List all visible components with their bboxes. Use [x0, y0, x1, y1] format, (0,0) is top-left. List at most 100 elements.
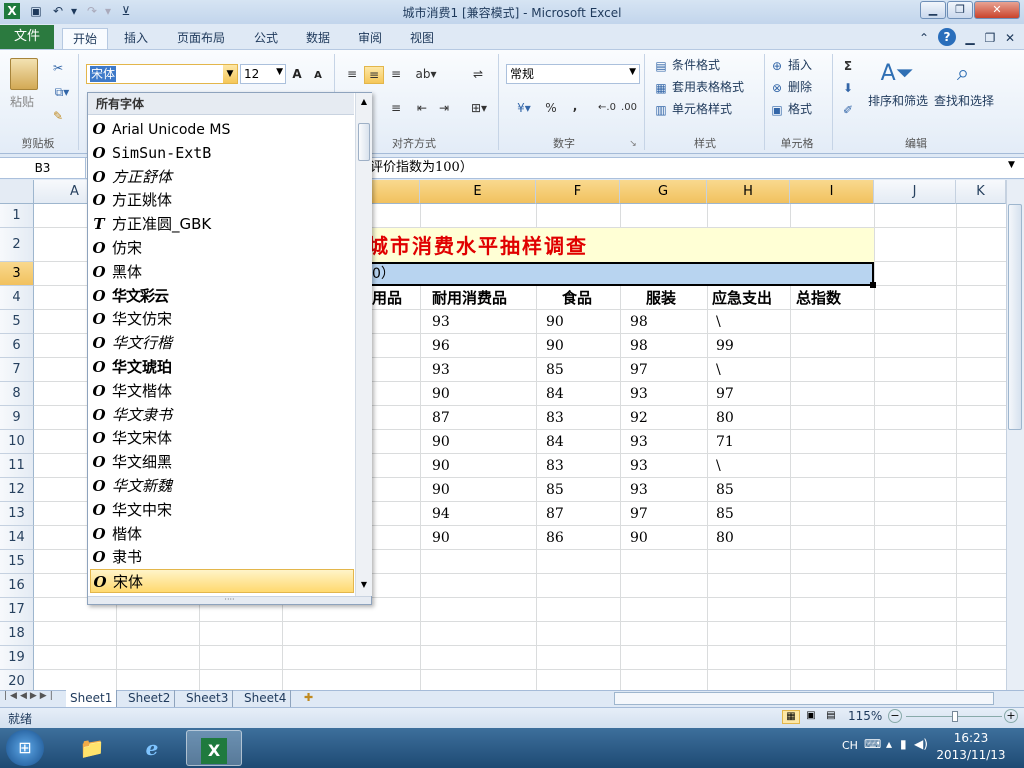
column-header[interactable] — [372, 180, 420, 204]
data-cell[interactable]: 90 — [428, 454, 450, 478]
grow-font-icon[interactable]: A — [290, 66, 304, 82]
row-header[interactable]: 13 — [0, 502, 34, 526]
conditional-format-icon[interactable]: ▤ — [654, 58, 668, 74]
row-header[interactable]: 8 — [0, 382, 34, 406]
increase-decimal-icon[interactable]: ←.0 — [598, 100, 616, 116]
internet-explorer-icon[interactable]: e — [124, 730, 180, 766]
data-cell[interactable]: 85 — [712, 478, 734, 502]
cell-styles-button[interactable]: 单元格样式 — [672, 101, 732, 117]
format-as-table-button[interactable]: 套用表格格式 — [672, 79, 744, 95]
data-cell[interactable]: 87 — [428, 406, 450, 430]
page-break-view-icon[interactable]: ▤ — [822, 710, 840, 724]
formula-input[interactable]: 评价指数为100） — [370, 158, 473, 178]
select-all-corner[interactable] — [0, 180, 34, 204]
data-cell[interactable]: 85 — [712, 502, 734, 526]
column-header[interactable]: E — [420, 180, 536, 204]
page-layout-view-icon[interactable]: ▣ — [802, 710, 820, 724]
tab-review[interactable]: 审阅 — [350, 28, 390, 50]
font-option[interactable]: O 华文楷体 — [90, 379, 354, 403]
sheet-tab-4[interactable]: Sheet4 — [240, 690, 292, 707]
scroll-down-icon[interactable]: ▼ — [358, 578, 370, 592]
tab-home[interactable]: 开始 — [62, 28, 108, 50]
row-header[interactable]: 15 — [0, 550, 34, 574]
orientation-icon[interactable]: ab▾ — [414, 66, 438, 82]
wrap-text-icon[interactable]: ⇌ — [468, 66, 488, 82]
font-option[interactable]: O 隶书 — [90, 545, 354, 569]
number-format-field[interactable]: 常规 ▼ — [506, 64, 640, 84]
customize-qat-icon[interactable]: ⊻ — [118, 3, 134, 19]
maximize-button[interactable]: ❐ — [947, 1, 973, 19]
data-cell[interactable]: 90 — [428, 382, 450, 406]
data-cell[interactable]: 94 — [428, 502, 450, 526]
data-cell[interactable]: 98 — [626, 334, 648, 358]
font-list-scrollbar[interactable]: ▲ ▼ — [355, 93, 372, 596]
clear-icon[interactable]: ✐ — [840, 102, 856, 118]
data-cell[interactable]: 90 — [542, 334, 564, 358]
horizontal-scrollbar[interactable] — [614, 692, 994, 705]
normal-view-icon[interactable]: ▦ — [782, 710, 800, 724]
font-list-thumb[interactable] — [358, 123, 370, 161]
data-cell[interactable]: 93 — [626, 430, 648, 454]
currency-icon[interactable]: ¥▾ — [510, 100, 538, 116]
sheet-nav-icons[interactable]: |◀◀▶▶| — [4, 691, 60, 701]
doc-minimize-icon[interactable]: ▁ — [962, 28, 978, 50]
insert-sheet-icon[interactable]: ✚ — [304, 691, 322, 704]
row-header[interactable]: 5 — [0, 310, 34, 334]
find-select-button[interactable]: 查找和选择 — [934, 93, 994, 109]
font-option[interactable]: O Arial Unicode MS — [90, 117, 354, 141]
row-header[interactable]: 3 — [0, 262, 34, 286]
data-cell[interactable]: 99 — [712, 334, 734, 358]
insert-cells-button[interactable]: 插入 — [788, 57, 812, 73]
data-cell[interactable]: 90 — [428, 478, 450, 502]
align-right-icon[interactable]: ≡ — [388, 100, 404, 116]
format-painter-icon[interactable]: ✎ — [50, 108, 66, 124]
data-cell[interactable]: 90 — [428, 526, 450, 550]
row-header[interactable]: 12 — [0, 478, 34, 502]
column-header[interactable]: F — [536, 180, 620, 204]
keyboard-icon[interactable]: ⌨ — [864, 737, 881, 751]
data-cell[interactable]: 90 — [626, 526, 648, 550]
data-cell[interactable]: 87 — [542, 502, 564, 526]
format-cells-button[interactable]: 格式 — [788, 101, 812, 117]
font-option[interactable]: O SimSun-ExtB — [90, 141, 354, 165]
tab-data[interactable]: 数据 — [298, 28, 338, 50]
expand-formula-icon[interactable]: ▼ — [1008, 160, 1022, 170]
font-option[interactable]: T 方正准圆_GBK — [90, 212, 354, 236]
column-header[interactable]: K — [956, 180, 1006, 204]
font-option[interactable]: O 华文新魏 — [90, 474, 354, 498]
minimize-button[interactable]: ▁ — [920, 1, 946, 19]
zoom-out-icon[interactable]: − — [888, 709, 902, 723]
percent-button[interactable]: % — [544, 100, 558, 116]
format-table-icon[interactable]: ▦ — [654, 80, 668, 96]
undo-dropdown-icon[interactable]: ▾ — [66, 3, 82, 19]
fill-handle[interactable] — [870, 282, 876, 288]
zoom-in-icon[interactable]: + — [1004, 709, 1018, 723]
delete-cells-button[interactable]: 删除 — [788, 79, 812, 95]
data-cell[interactable]: 90 — [542, 310, 564, 334]
paste-button[interactable]: 粘贴 — [10, 94, 34, 110]
scrollbar-thumb[interactable] — [1008, 204, 1022, 430]
align-middle-icon[interactable]: ≡ — [364, 66, 384, 84]
explorer-icon[interactable]: 📁 — [64, 730, 120, 766]
merge-center-icon[interactable]: ⊞▾ — [468, 100, 490, 116]
data-cell[interactable]: 92 — [626, 406, 648, 430]
scroll-up-icon[interactable]: ▲ — [358, 95, 370, 109]
data-cell[interactable]: 93 — [626, 478, 648, 502]
sheet-tab-1[interactable]: Sheet1 — [66, 690, 118, 707]
zoom-level[interactable]: 115% — [848, 709, 882, 723]
data-cell[interactable]: 93 — [428, 358, 450, 382]
save-icon[interactable]: ▣ — [28, 3, 44, 19]
tab-file[interactable]: 文件 — [0, 25, 54, 49]
name-box[interactable]: B3 — [0, 158, 86, 178]
font-option[interactable]: O 方正姚体 — [90, 188, 354, 212]
data-cell[interactable]: 97 — [626, 358, 648, 382]
clock-time[interactable]: 16:23 — [940, 731, 1002, 745]
decrease-indent-icon[interactable]: ⇤ — [414, 100, 430, 116]
data-cell[interactable]: \ — [712, 310, 721, 334]
doc-close-icon[interactable]: ✕ — [1002, 28, 1018, 50]
excel-taskbar-icon[interactable]: X — [186, 730, 242, 766]
cut-icon[interactable]: ✂ — [50, 60, 66, 76]
row-header[interactable]: 17 — [0, 598, 34, 622]
font-option[interactable]: O 楷体 — [90, 522, 354, 546]
copy-icon[interactable]: ⧉▾ — [50, 84, 74, 100]
